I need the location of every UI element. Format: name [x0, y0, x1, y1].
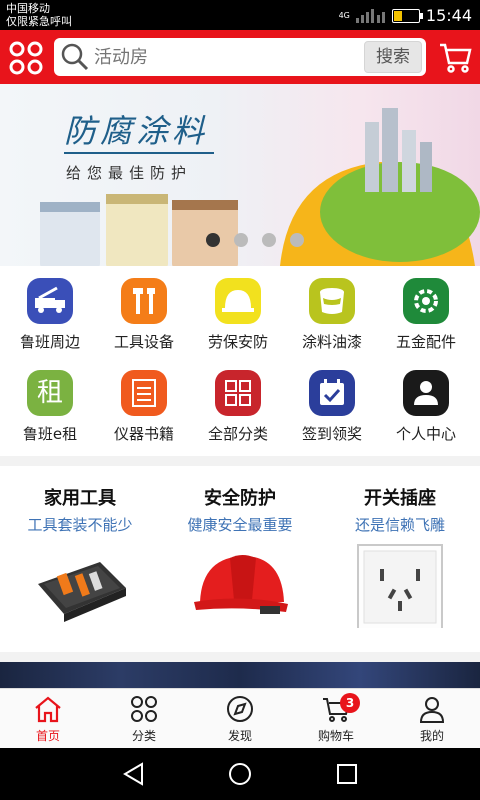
category-item[interactable]: 仪器书籍 — [96, 360, 192, 443]
promo-home-tools[interactable]: 家用工具 工具套装不能少 — [0, 466, 160, 652]
battery-icon — [391, 8, 423, 23]
category-label: 涂料油漆 — [301, 333, 362, 351]
paint-bucket-icon — [309, 278, 355, 324]
rent-icon: 租 — [27, 370, 73, 416]
helmet-icon — [215, 278, 261, 324]
cart-count-badge: 3 — [340, 693, 360, 713]
search-input[interactable] — [94, 38, 364, 76]
tab-home[interactable]: 首页 — [0, 689, 96, 749]
category-icon — [96, 689, 192, 727]
person-icon — [403, 370, 449, 416]
paint-cans-image — [40, 194, 238, 266]
tab-label: 发现 — [227, 729, 252, 743]
banner-pagination — [206, 233, 304, 247]
compass-icon — [192, 689, 288, 727]
cart-icon[interactable] — [438, 40, 472, 74]
banner-dot[interactable] — [206, 233, 220, 247]
banner-subtitle: 给您最佳防护 — [66, 164, 193, 182]
signal-icon — [355, 8, 385, 23]
home-circle-icon[interactable] — [226, 760, 254, 788]
category-label: 仪器书籍 — [113, 425, 174, 443]
promo-title: 安全防护 — [204, 488, 276, 509]
chart-book-icon — [121, 370, 167, 416]
calendar-check-icon — [309, 370, 355, 416]
banner-dot[interactable] — [234, 233, 248, 247]
tab-user[interactable]: 我的 — [384, 689, 480, 749]
banner-dot[interactable] — [290, 233, 304, 247]
search-icon — [61, 43, 89, 71]
promo-banner[interactable]: 防腐涂料 给您最佳防护 — [0, 84, 480, 266]
promo-safety[interactable]: 安全防护 健康安全最重要 — [160, 466, 320, 652]
tab-label: 分类 — [131, 729, 156, 743]
recents-icon[interactable] — [333, 760, 361, 788]
promo-subtitle: 工具套装不能少 — [27, 516, 133, 534]
tab-category[interactable]: 分类 — [96, 689, 192, 749]
status-bar: 中国移动 仅限紧急呼叫 4G 15:44 — [0, 0, 480, 30]
category-label: 签到领奖 — [301, 425, 362, 443]
category-label: 劳保安防 — [207, 333, 268, 351]
category-label: 鲁班周边 — [19, 333, 80, 351]
tools-icon — [121, 278, 167, 324]
tab-label: 我的 — [419, 729, 444, 743]
category-item[interactable]: 劳保安防 — [190, 268, 286, 351]
category-label: 个人中心 — [395, 425, 456, 443]
gear-icon — [403, 278, 449, 324]
tab-label: 首页 — [35, 729, 60, 743]
category-item[interactable]: 全部分类 — [190, 360, 286, 443]
wall-socket-image — [357, 544, 443, 628]
user-icon — [384, 689, 480, 727]
category-label: 五金配件 — [395, 333, 456, 351]
category-label: 全部分类 — [207, 425, 268, 443]
search-box: 搜索 — [54, 38, 426, 76]
search-button[interactable]: 搜索 — [364, 41, 422, 73]
back-icon[interactable] — [120, 760, 148, 788]
banner-dot[interactable] — [262, 233, 276, 247]
system-nav-bar — [0, 748, 480, 800]
emergency-text: 仅限紧急呼叫 — [6, 15, 72, 28]
toolkit-image — [38, 562, 126, 622]
promo-switch-socket[interactable]: 开关插座 还是信赖飞雕 — [320, 466, 480, 652]
bottom-tab-bar: 首页 分类 发现 购物车 3 我的 — [0, 688, 480, 748]
carrier-name: 中国移动 — [6, 2, 50, 15]
truck-icon — [27, 278, 73, 324]
category-item[interactable]: 工具设备 — [96, 268, 192, 351]
clover-logo-icon[interactable] — [8, 40, 44, 76]
promo-subtitle: 还是信赖飞雕 — [354, 516, 445, 534]
banner-title: 防腐涂料 — [64, 112, 209, 150]
promo-section: 家用工具 工具套装不能少 安全防护 健康安全最重要 开关插座 还是信赖飞雕 — [0, 466, 480, 652]
category-grid: 鲁班周边 工具设备 劳保安防 涂料油漆 五金配件租鲁班e租 仪器书籍 全部分类 签到领奖 个人中… — [0, 266, 480, 456]
home-icon — [0, 689, 96, 727]
cart-icon — [288, 689, 384, 727]
status-icons: 4G 15:44 — [339, 6, 472, 25]
category-item[interactable]: 鲁班周边 — [2, 268, 98, 351]
clock: 15:44 — [425, 6, 472, 25]
grid-icon — [215, 370, 261, 416]
banner-divider — [64, 152, 214, 154]
category-item[interactable]: 五金配件 — [378, 268, 474, 351]
carrier-info: 中国移动 仅限紧急呼叫 — [6, 2, 72, 28]
category-item[interactable]: 涂料油漆 — [284, 268, 380, 351]
tab-cart[interactable]: 购物车 3 — [288, 689, 384, 749]
top-bar: 搜索 — [0, 30, 480, 84]
tab-label: 购物车 — [317, 729, 354, 743]
tab-compass[interactable]: 发现 — [192, 689, 288, 749]
category-item[interactable]: 签到领奖 — [284, 360, 380, 443]
category-label: 工具设备 — [113, 333, 174, 351]
network-type: 4G — [338, 11, 350, 20]
promo-title: 家用工具 — [44, 488, 116, 509]
promo-title: 开关插座 — [364, 488, 436, 509]
category-item[interactable]: 个人中心 — [378, 360, 474, 443]
category-item[interactable]: 租鲁班e租 — [2, 360, 98, 443]
red-helmet-image — [194, 555, 288, 614]
category-label: 鲁班e租 — [22, 425, 78, 443]
promo-subtitle: 健康安全最重要 — [187, 516, 293, 534]
